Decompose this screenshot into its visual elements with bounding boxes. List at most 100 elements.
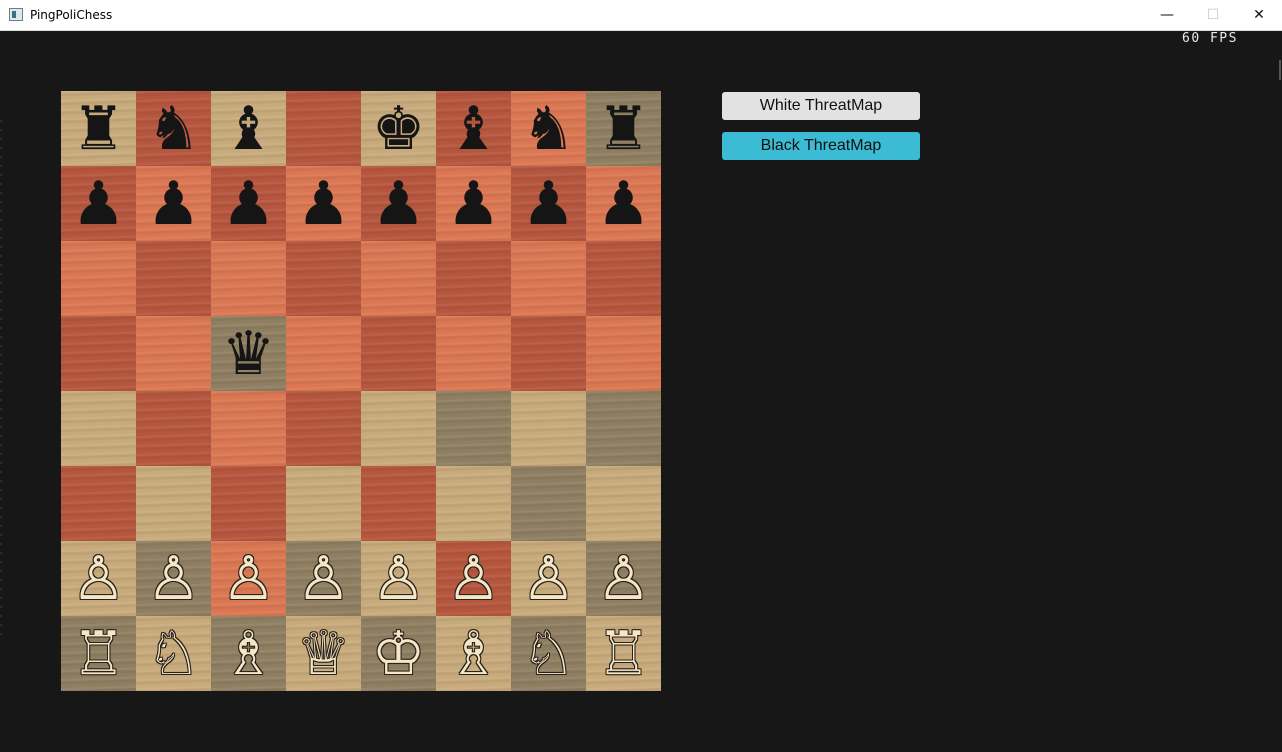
square-e1[interactable]: ♔ bbox=[361, 616, 436, 691]
square-h6[interactable] bbox=[586, 241, 661, 316]
square-f6[interactable] bbox=[436, 241, 511, 316]
square-e3[interactable] bbox=[361, 466, 436, 541]
black-pawn-icon[interactable]: ♟ bbox=[522, 174, 576, 234]
black-bishop-icon[interactable]: ♝ bbox=[222, 99, 276, 159]
square-b1[interactable]: ♘ bbox=[136, 616, 211, 691]
black-bishop-icon[interactable]: ♝ bbox=[447, 99, 501, 159]
maximize-button[interactable]: ☐ bbox=[1190, 0, 1236, 30]
square-f2[interactable]: ♙ bbox=[436, 541, 511, 616]
black-knight-icon[interactable]: ♞ bbox=[147, 99, 201, 159]
square-d1[interactable]: ♕ bbox=[286, 616, 361, 691]
white-pawn-icon[interactable]: ♙ bbox=[147, 549, 201, 609]
square-h4[interactable] bbox=[586, 391, 661, 466]
square-b7[interactable]: ♟ bbox=[136, 166, 211, 241]
square-b5[interactable] bbox=[136, 316, 211, 391]
square-c3[interactable] bbox=[211, 466, 286, 541]
square-f7[interactable]: ♟ bbox=[436, 166, 511, 241]
square-g6[interactable] bbox=[511, 241, 586, 316]
square-b6[interactable] bbox=[136, 241, 211, 316]
square-a7[interactable]: ♟ bbox=[61, 166, 136, 241]
square-g7[interactable]: ♟ bbox=[511, 166, 586, 241]
square-e7[interactable]: ♟ bbox=[361, 166, 436, 241]
square-c4[interactable] bbox=[211, 391, 286, 466]
square-c1[interactable]: ♗ bbox=[211, 616, 286, 691]
square-g2[interactable]: ♙ bbox=[511, 541, 586, 616]
white-queen-icon[interactable]: ♕ bbox=[297, 624, 351, 684]
square-h5[interactable] bbox=[586, 316, 661, 391]
black-rook-icon[interactable]: ♜ bbox=[597, 99, 651, 159]
square-d8[interactable] bbox=[286, 91, 361, 166]
square-h2[interactable]: ♙ bbox=[586, 541, 661, 616]
square-c8[interactable]: ♝ bbox=[211, 91, 286, 166]
square-a8[interactable]: ♜ bbox=[61, 91, 136, 166]
black-pawn-icon[interactable]: ♟ bbox=[597, 174, 651, 234]
square-a5[interactable] bbox=[61, 316, 136, 391]
white-pawn-icon[interactable]: ♙ bbox=[372, 549, 426, 609]
square-e4[interactable] bbox=[361, 391, 436, 466]
black-king-icon[interactable]: ♚ bbox=[372, 99, 426, 159]
square-h8[interactable]: ♜ bbox=[586, 91, 661, 166]
white-pawn-icon[interactable]: ♙ bbox=[597, 549, 651, 609]
square-f3[interactable] bbox=[436, 466, 511, 541]
square-e5[interactable] bbox=[361, 316, 436, 391]
square-f8[interactable]: ♝ bbox=[436, 91, 511, 166]
white-bishop-icon[interactable]: ♗ bbox=[447, 624, 501, 684]
square-g4[interactable] bbox=[511, 391, 586, 466]
square-c2[interactable]: ♙ bbox=[211, 541, 286, 616]
white-pawn-icon[interactable]: ♙ bbox=[297, 549, 351, 609]
square-d6[interactable] bbox=[286, 241, 361, 316]
square-g5[interactable] bbox=[511, 316, 586, 391]
square-b8[interactable]: ♞ bbox=[136, 91, 211, 166]
square-b4[interactable] bbox=[136, 391, 211, 466]
white-rook-icon[interactable]: ♖ bbox=[72, 624, 126, 684]
square-g1[interactable]: ♘ bbox=[511, 616, 586, 691]
white-threatmap-button[interactable]: White ThreatMap bbox=[722, 92, 920, 120]
square-a6[interactable] bbox=[61, 241, 136, 316]
black-pawn-icon[interactable]: ♟ bbox=[72, 174, 126, 234]
square-b2[interactable]: ♙ bbox=[136, 541, 211, 616]
white-pawn-icon[interactable]: ♙ bbox=[72, 549, 126, 609]
chess-board[interactable]: ♜ ♞ ♝ ♚ ♝ ♞ ♜ ♟ ♟ ♟ ♟ ♟ ♟ ♟ ♟ ♛ ♙ ♙ ♙ ♙ ♙ ♙ ♙ ♙ ♖ ♘ ♗ ♕ ♔ ♗ ♘ ♖ bbox=[61, 91, 661, 691]
square-a2[interactable]: ♙ bbox=[61, 541, 136, 616]
black-pawn-icon[interactable]: ♟ bbox=[297, 174, 351, 234]
black-threatmap-button[interactable]: Black ThreatMap bbox=[722, 132, 920, 160]
square-h3[interactable] bbox=[586, 466, 661, 541]
square-d5[interactable] bbox=[286, 316, 361, 391]
square-h1[interactable]: ♖ bbox=[586, 616, 661, 691]
white-knight-icon[interactable]: ♘ bbox=[147, 624, 201, 684]
square-d2[interactable]: ♙ bbox=[286, 541, 361, 616]
square-d7[interactable]: ♟ bbox=[286, 166, 361, 241]
square-e2[interactable]: ♙ bbox=[361, 541, 436, 616]
square-g8[interactable]: ♞ bbox=[511, 91, 586, 166]
close-button[interactable]: ✕ bbox=[1236, 0, 1282, 30]
black-pawn-icon[interactable]: ♟ bbox=[372, 174, 426, 234]
white-pawn-icon[interactable]: ♙ bbox=[447, 549, 501, 609]
square-a4[interactable] bbox=[61, 391, 136, 466]
white-king-icon[interactable]: ♔ bbox=[372, 624, 426, 684]
square-h7[interactable]: ♟ bbox=[586, 166, 661, 241]
minimize-button[interactable]: — bbox=[1144, 0, 1190, 30]
white-knight-icon[interactable]: ♘ bbox=[522, 624, 576, 684]
black-pawn-icon[interactable]: ♟ bbox=[222, 174, 276, 234]
black-rook-icon[interactable]: ♜ bbox=[72, 99, 126, 159]
square-a3[interactable] bbox=[61, 466, 136, 541]
square-g3[interactable] bbox=[511, 466, 586, 541]
square-c7[interactable]: ♟ bbox=[211, 166, 286, 241]
white-pawn-icon[interactable]: ♙ bbox=[222, 549, 276, 609]
square-b3[interactable] bbox=[136, 466, 211, 541]
white-pawn-icon[interactable]: ♙ bbox=[522, 549, 576, 609]
square-f4[interactable] bbox=[436, 391, 511, 466]
black-knight-icon[interactable]: ♞ bbox=[522, 99, 576, 159]
square-e8[interactable]: ♚ bbox=[361, 91, 436, 166]
black-pawn-icon[interactable]: ♟ bbox=[447, 174, 501, 234]
square-a1[interactable]: ♖ bbox=[61, 616, 136, 691]
white-rook-icon[interactable]: ♖ bbox=[597, 624, 651, 684]
square-d3[interactable] bbox=[286, 466, 361, 541]
square-f5[interactable] bbox=[436, 316, 511, 391]
square-e6[interactable] bbox=[361, 241, 436, 316]
black-pawn-icon[interactable]: ♟ bbox=[147, 174, 201, 234]
black-queen-icon[interactable]: ♛ bbox=[222, 324, 276, 384]
square-c5[interactable]: ♛ bbox=[211, 316, 286, 391]
square-f1[interactable]: ♗ bbox=[436, 616, 511, 691]
square-d4[interactable] bbox=[286, 391, 361, 466]
